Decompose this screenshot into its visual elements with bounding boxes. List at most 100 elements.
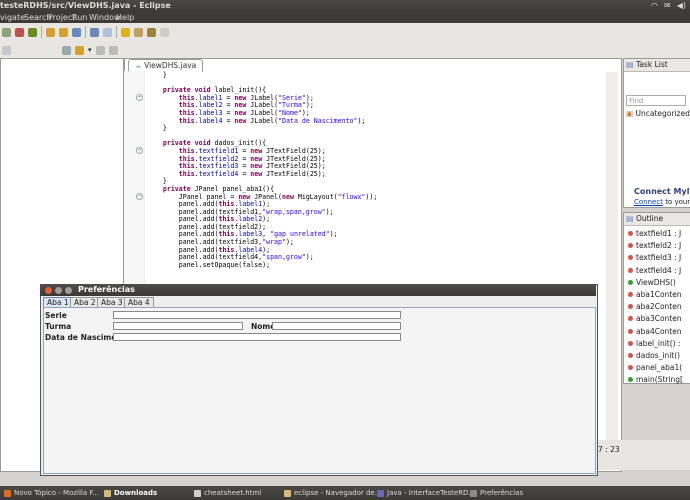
- debug-icon[interactable]: [28, 27, 37, 37]
- outline-item-label: textfield1 : J: [636, 229, 682, 238]
- collapse-all-icon[interactable]: [62, 45, 71, 55]
- menu-help[interactable]: Help: [116, 12, 134, 23]
- mail-icon[interactable]: ✉: [664, 0, 671, 12]
- maximize-icon[interactable]: [108, 45, 118, 55]
- taskbar-item[interactable]: Preferências: [470, 488, 523, 498]
- code-line[interactable]: this.label4 = new JLabel("Data de Nascim…: [147, 117, 377, 126]
- forward-icon[interactable]: [160, 27, 169, 37]
- minimize-icon[interactable]: [55, 287, 62, 294]
- member-icon: [628, 340, 633, 346]
- dialog-title: Preferências: [78, 285, 135, 294]
- menu-navigate[interactable]: vigate: [0, 12, 25, 23]
- outline-item[interactable]: textfield4 : J: [628, 266, 681, 275]
- find-input[interactable]: Find: [626, 95, 686, 106]
- toolbar-row-1: [2, 23, 169, 41]
- app-icon: [377, 489, 384, 497]
- code-line[interactable]: panel.setOpaque(false);: [147, 261, 377, 270]
- separator: [41, 26, 42, 38]
- connect-title: Connect Myly: [634, 187, 690, 196]
- outline-item[interactable]: textfield3 : J: [628, 253, 681, 262]
- taskbar-item-label: cheatsheet.html: [204, 489, 262, 497]
- outline-item[interactable]: label_init() :: [628, 339, 681, 348]
- toolbar-row-2: [2, 41, 11, 59]
- editor-tab-label: ViewDHS.java: [144, 61, 197, 70]
- menu-run[interactable]: Run: [72, 12, 87, 23]
- new-class-icon[interactable]: [72, 27, 81, 37]
- member-icon: [628, 304, 633, 310]
- outline-item[interactable]: ViewDHS(): [628, 278, 676, 287]
- outline-icon: ▤: [626, 214, 634, 223]
- uncategorized-item[interactable]: ▣ Uncategorized: [626, 109, 690, 118]
- taskbar-item-label: Downloads: [114, 489, 158, 497]
- outline-item[interactable]: panel_aba1(: [628, 363, 682, 372]
- taskbar-item[interactable]: Downloads: [104, 488, 157, 498]
- separator: [116, 26, 117, 38]
- outline-item[interactable]: aba4Conten: [628, 327, 682, 336]
- taskbar-item[interactable]: cheatsheet.html: [194, 488, 261, 498]
- fold-icon[interactable]: −: [136, 94, 143, 101]
- code-text[interactable]: } private void label_init(){ this.label1…: [147, 71, 377, 270]
- editor-scrollbar[interactable]: [606, 72, 618, 470]
- outline-item[interactable]: aba3Conten: [628, 314, 682, 323]
- serie-field[interactable]: [113, 311, 401, 319]
- connect-rest: to your ta: [665, 198, 690, 206]
- taskbar-item[interactable]: Java - InterfaceTesteRD...: [377, 488, 475, 498]
- maximize-icon[interactable]: [65, 287, 72, 294]
- outline-item-label: textfield4 : J: [636, 265, 682, 275]
- link-editor-icon[interactable]: [75, 45, 84, 55]
- connect-line: Connect to your ta: [634, 198, 690, 206]
- toolbar: ▾: [0, 23, 690, 60]
- member-icon: [628, 255, 633, 261]
- separator: [85, 26, 86, 38]
- wifi-icon[interactable]: ◠: [651, 0, 658, 12]
- turma-field[interactable]: [113, 322, 243, 330]
- taskbar-item[interactable]: eclipse - Navegador de...: [284, 488, 381, 498]
- data-nascimento-field[interactable]: [113, 333, 401, 341]
- chevron-down-icon[interactable]: ▾: [88, 46, 92, 54]
- taskbar-item[interactable]: Novo Tópico - Mozilla F...: [4, 488, 99, 498]
- code-line[interactable]: this.textfield4 = new JTextField(25);: [147, 170, 377, 179]
- outline-header: ▤ Outline: [624, 213, 690, 226]
- taskbar-item-label: eclipse - Navegador de...: [294, 489, 382, 497]
- fold-icon[interactable]: −: [136, 147, 143, 154]
- outline-item-label: textfield3 : J: [636, 253, 682, 263]
- uncategorized-label: Uncategorized: [635, 109, 690, 118]
- run-icon[interactable]: [15, 27, 24, 37]
- outline-item-label: aba3Conten: [636, 314, 682, 324]
- app-icon: [4, 489, 11, 497]
- minimize-icon[interactable]: [95, 45, 105, 55]
- outline-item[interactable]: main(String[: [628, 375, 683, 384]
- outline-item[interactable]: dados_init(): [628, 351, 680, 360]
- code-line[interactable]: }: [147, 125, 377, 133]
- serie-label: Serie: [45, 311, 67, 320]
- nome-field[interactable]: [272, 322, 401, 330]
- list-icon[interactable]: [103, 27, 112, 37]
- prev-annotation-icon[interactable]: [134, 27, 143, 37]
- open-type-icon[interactable]: [59, 27, 68, 37]
- task-list-title[interactable]: Task List: [636, 59, 668, 71]
- open-folder-icon[interactable]: [46, 27, 55, 37]
- outline-item-label: ViewDHS(): [636, 277, 676, 287]
- cursor-position: 7 : 23: [598, 445, 620, 454]
- annotation-icon[interactable]: [121, 27, 130, 37]
- package-icon[interactable]: [90, 27, 99, 37]
- task-list-view: ▤ Task List Find ▣ Uncategorized Connect…: [623, 58, 690, 208]
- fold-icon[interactable]: −: [136, 193, 143, 200]
- volume-icon[interactable]: ◀): [677, 0, 686, 12]
- outline-item-label: aba4Conten: [636, 326, 682, 336]
- member-icon: [628, 243, 633, 249]
- connect-link[interactable]: Connect: [634, 198, 663, 206]
- outline-item[interactable]: aba1Conten: [628, 290, 682, 299]
- outline-item[interactable]: textfield1 : J: [628, 229, 681, 238]
- back-icon[interactable]: [147, 27, 156, 37]
- outline-item[interactable]: aba2Conten: [628, 302, 682, 311]
- member-icon: [628, 316, 633, 322]
- close-icon[interactable]: [45, 287, 52, 294]
- outline-item-label: aba2Conten: [636, 302, 682, 312]
- outline-item-label: main(String[: [636, 375, 683, 385]
- outline-item[interactable]: textfield2 : J: [628, 241, 681, 250]
- view-menu-icon[interactable]: [2, 45, 11, 55]
- outline-title[interactable]: Outline: [636, 213, 663, 225]
- save-icon[interactable]: [2, 27, 11, 37]
- code-line[interactable]: }: [147, 71, 377, 80]
